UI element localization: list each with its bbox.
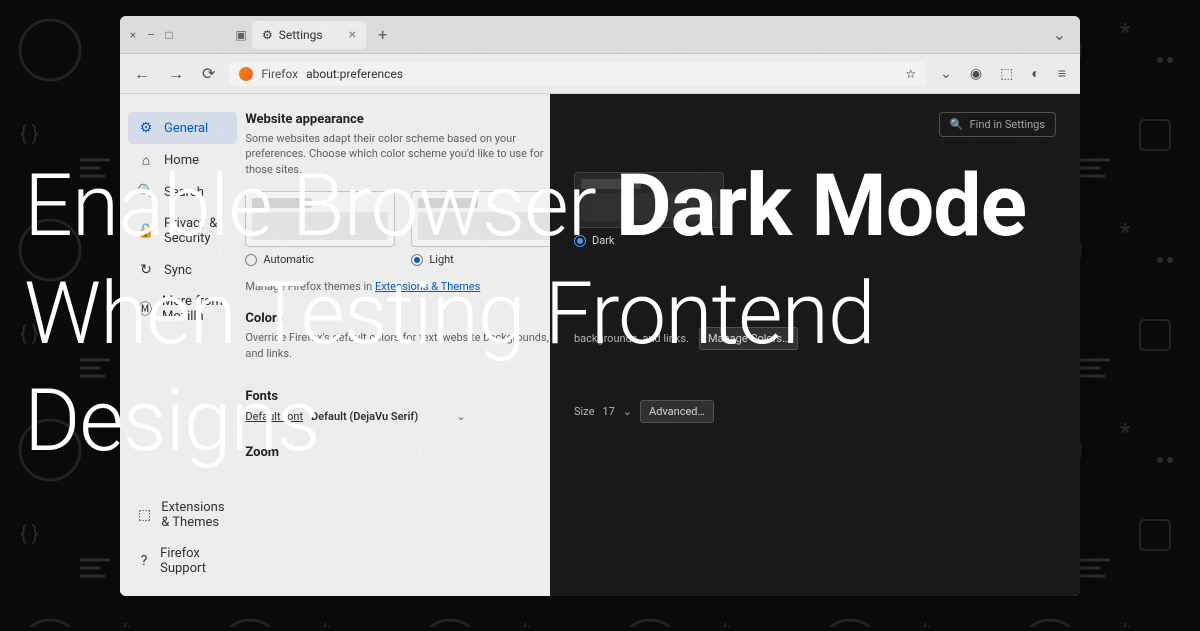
default-font-label: Default font <box>245 410 303 423</box>
settings-main-light: Website appearance Some websites adapt t… <box>245 94 571 596</box>
appearance-thumb <box>245 191 395 247</box>
radio-label: Dark <box>592 234 615 247</box>
sidebar-item-search[interactable]: 🔍 Search <box>128 176 237 208</box>
radio-label: Light <box>429 253 453 266</box>
sidebar-item-label: General <box>164 121 208 136</box>
window-minimize-button[interactable]: – <box>144 28 158 42</box>
appearance-option-dark[interactable]: Dark <box>574 172 1056 247</box>
radio-icon[interactable] <box>574 235 586 247</box>
appearance-thumb-dark <box>574 172 724 228</box>
extensions-themes-link[interactable]: Extensions & Themes <box>375 280 480 293</box>
find-in-settings-input[interactable]: 🔍 Find in Settings <box>939 112 1056 137</box>
settings-main-dark: 🔍 Find in Settings Dark backgrounds, and… <box>550 94 1080 596</box>
address-bar[interactable]: Firefox about:preferences ☆ <box>229 62 926 86</box>
sidebar-item-label: Extensions & Themes <box>161 500 227 530</box>
sidebar-item-label: More from Mozilla <box>162 294 227 324</box>
browser-tab[interactable]: ⚙ Settings × <box>252 21 366 49</box>
address-url: about:preferences <box>306 67 403 81</box>
back-button[interactable]: ← <box>130 60 154 88</box>
pocket-icon[interactable]: ⌄ <box>936 62 956 86</box>
sidebar-item-label: Privacy & Security <box>164 216 227 246</box>
sidebar-item-support[interactable]: ? Firefox Support <box>128 538 237 584</box>
bookmark-star-icon[interactable]: ☆ <box>905 67 916 81</box>
fonts-advanced-button[interactable]: Advanced… <box>640 400 714 423</box>
colors-desc: Override Firefox's default colors for te… <box>245 330 561 361</box>
all-tabs-icon[interactable]: ▣ <box>234 28 248 42</box>
appearance-desc: Some websites adapt their color scheme b… <box>245 131 561 177</box>
browser-window: × – □ ▣ ⚙ Settings × + ⌄ ← → ⟳ Firefox a… <box>120 16 1080 596</box>
sidebar-item-more[interactable]: Ⓜ More from Mozilla <box>128 286 237 332</box>
tabs-dropdown-icon[interactable]: ⌄ <box>1045 25 1074 44</box>
home-icon: ⌂ <box>138 152 154 168</box>
sidebar-item-sync[interactable]: ↻ Sync <box>128 254 237 286</box>
sidebar-item-privacy[interactable]: 🔒 Privacy & Security <box>128 208 237 254</box>
chevron-down-icon[interactable]: ⌄ <box>456 410 465 423</box>
settings-sidebar: ⚙ General ⌂ Home 🔍 Search 🔒 Privacy & Se… <box>120 94 245 596</box>
settings-content: ⚙ General ⌂ Home 🔍 Search 🔒 Privacy & Se… <box>120 94 1080 596</box>
lock-icon: 🔒 <box>138 223 154 239</box>
tab-close-button[interactable]: × <box>349 27 356 43</box>
chevron-down-icon[interactable]: ⌄ <box>623 405 632 418</box>
sidebar-item-label: Sync <box>164 263 192 278</box>
gear-icon: ⚙ <box>138 120 154 136</box>
default-font-value[interactable]: Default (DejaVu Serif) <box>311 410 418 423</box>
appearance-thumb <box>411 191 561 247</box>
sidebar-item-label: Search <box>164 185 204 200</box>
help-icon: ? <box>138 553 150 569</box>
radio-icon[interactable] <box>245 254 257 266</box>
sidebar-item-home[interactable]: ⌂ Home <box>128 144 237 176</box>
font-size-label: Size <box>574 405 594 418</box>
extensions-icon[interactable]: ⬚ <box>996 62 1017 86</box>
window-close-button[interactable]: × <box>126 28 140 42</box>
appearance-option-light[interactable]: Light <box>411 191 561 266</box>
zoom-heading: Zoom <box>245 445 561 460</box>
search-icon: 🔍 <box>138 184 154 200</box>
forward-button[interactable]: → <box>164 60 188 88</box>
sidebar-item-label: Home <box>164 153 199 168</box>
tab-label: Settings <box>279 28 323 42</box>
shield-icon[interactable]: ◐ <box>1027 61 1043 86</box>
sidebar-item-general[interactable]: ⚙ General <box>128 112 237 144</box>
sidebar-item-label: Firefox Support <box>160 546 227 576</box>
appearance-option-automatic[interactable]: Automatic <box>245 191 395 266</box>
colors-heading: Colors <box>245 311 561 326</box>
radio-label: Automatic <box>263 253 314 266</box>
themes-link-line: Manage Firefox themes in Extensions & Th… <box>245 280 561 293</box>
sidebar-item-extensions[interactable]: ⬚ Extensions & Themes <box>128 492 237 538</box>
radio-icon[interactable] <box>411 254 423 266</box>
account-icon[interactable]: ◉ <box>966 62 986 86</box>
mozilla-icon: Ⓜ <box>138 301 152 317</box>
puzzle-icon: ⬚ <box>138 507 151 523</box>
new-tab-button[interactable]: + <box>370 25 395 44</box>
find-placeholder: Find in Settings <box>970 118 1045 131</box>
colors-desc-dark: backgrounds, and links. <box>574 332 689 345</box>
address-product: Firefox <box>261 67 298 81</box>
menu-icon[interactable]: ≡ <box>1054 61 1070 86</box>
browser-toolbar: ← → ⟳ Firefox about:preferences ☆ ⌄ ◉ ⬚ … <box>120 54 1080 94</box>
gear-icon: ⚙ <box>262 28 273 42</box>
search-icon: 🔍 <box>950 118 964 131</box>
reload-button[interactable]: ⟳ <box>198 60 219 87</box>
appearance-heading: Website appearance <box>245 112 561 127</box>
firefox-icon <box>239 67 253 81</box>
sync-icon: ↻ <box>138 262 154 278</box>
window-maximize-button[interactable]: □ <box>162 28 176 42</box>
fonts-heading: Fonts <box>245 389 561 404</box>
manage-colors-button[interactable]: Manage Colors… <box>699 327 799 350</box>
font-size-value[interactable]: 17 <box>602 405 614 418</box>
window-titlebar: × – □ ▣ ⚙ Settings × + ⌄ <box>120 16 1080 54</box>
